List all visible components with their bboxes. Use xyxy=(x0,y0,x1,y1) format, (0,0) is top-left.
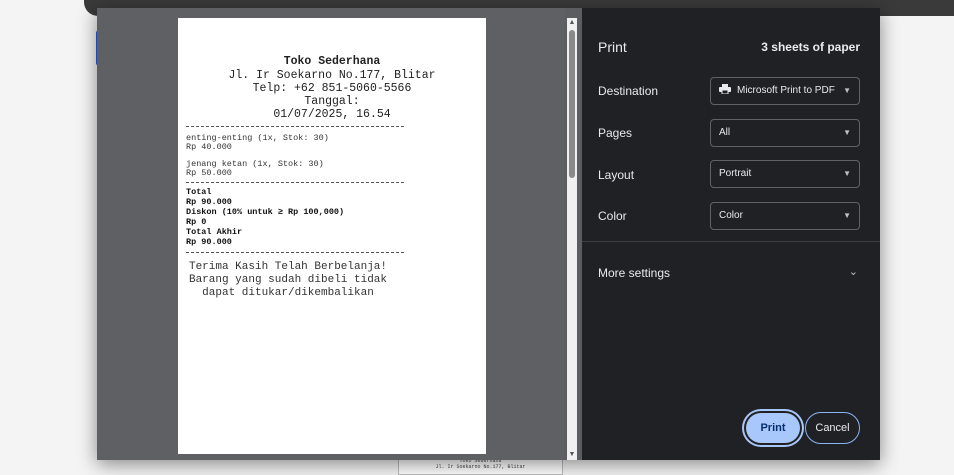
pages-value: All xyxy=(719,127,731,138)
more-settings-toggle[interactable]: More settings xyxy=(598,266,670,280)
receipt-final-label: Total Akhir xyxy=(186,227,243,237)
sheet-count: 3 sheets of paper xyxy=(761,40,860,54)
receipt-address: Jl. Ir Soekarno No.177, Blitar xyxy=(228,69,436,82)
chevron-down-icon: ▼ xyxy=(843,169,851,178)
chevron-down-icon[interactable]: ⌄ xyxy=(849,265,858,278)
chevron-down-icon: ▼ xyxy=(843,211,851,220)
receipt-total-label: Total xyxy=(186,187,212,197)
receipt-item-price: Rp 50.000 xyxy=(186,168,232,178)
receipt-discount-value: Rp 0 xyxy=(186,217,207,227)
preview-page: Toko Sederhana Jl. Ir Soekarno No.177, B… xyxy=(178,18,486,454)
print-settings-panel: Print 3 sheets of paper Destination Micr… xyxy=(582,8,880,460)
panel-title: Print xyxy=(598,39,627,55)
receipt-separator xyxy=(186,252,404,253)
background-receipt-address: Jl. Ir Soekarno No.177, Blitar xyxy=(435,464,526,470)
receipt-item-price: Rp 40.000 xyxy=(186,142,232,152)
receipt-separator xyxy=(186,126,404,127)
receipt-note-line2: dapat ditukar/dikembalikan xyxy=(202,287,374,299)
printer-icon xyxy=(719,84,731,94)
receipt-date-label: Tanggal: xyxy=(304,95,360,108)
color-label: Color xyxy=(598,209,627,223)
scroll-down-icon[interactable]: ▼ xyxy=(567,450,577,460)
receipt-separator xyxy=(186,182,404,183)
destination-label: Destination xyxy=(598,84,659,98)
destination-value: Microsoft Print to PDF xyxy=(737,85,835,96)
chevron-down-icon: ▼ xyxy=(843,86,851,95)
print-dialog: Toko Sederhana Jl. Ir Soekarno No.177, B… xyxy=(97,8,880,460)
destination-select[interactable]: Microsoft Print to PDF ▼ xyxy=(710,77,860,105)
color-value: Color xyxy=(719,210,743,221)
layout-select[interactable]: Portrait ▼ xyxy=(710,160,860,188)
receipt-date-value: 01/07/2025, 16.54 xyxy=(273,108,391,121)
color-select[interactable]: Color ▼ xyxy=(710,202,860,230)
receipt-store-name: Toko Sederhana xyxy=(283,55,381,68)
panel-divider xyxy=(582,241,880,242)
scroll-up-icon[interactable]: ▲ xyxy=(567,18,577,28)
receipt-phone: Telp: +62 851-5060-5566 xyxy=(252,82,412,95)
receipt-thanks: Terima Kasih Telah Berbelanja! xyxy=(188,261,388,273)
print-preview-area: Toko Sederhana Jl. Ir Soekarno No.177, B… xyxy=(97,8,565,460)
receipt-total-value: Rp 90.000 xyxy=(186,197,232,207)
layout-label: Layout xyxy=(598,168,635,182)
preview-scrollbar[interactable]: ▲ ▼ xyxy=(567,18,577,460)
receipt-discount-label: Diskon (10% untuk ≥ Rp 100,000) xyxy=(186,207,345,217)
layout-value: Portrait xyxy=(719,168,752,179)
pages-label: Pages xyxy=(598,126,633,140)
scrollbar-thumb[interactable] xyxy=(569,30,575,178)
pages-select[interactable]: All ▼ xyxy=(710,119,860,147)
receipt-final-value: Rp 90.000 xyxy=(186,237,232,247)
cancel-button[interactable]: Cancel xyxy=(805,412,860,444)
chevron-down-icon: ▼ xyxy=(843,128,851,137)
print-button[interactable]: Print xyxy=(746,413,800,443)
receipt-note-line1: Barang yang sudah dibeli tidak xyxy=(188,274,388,286)
